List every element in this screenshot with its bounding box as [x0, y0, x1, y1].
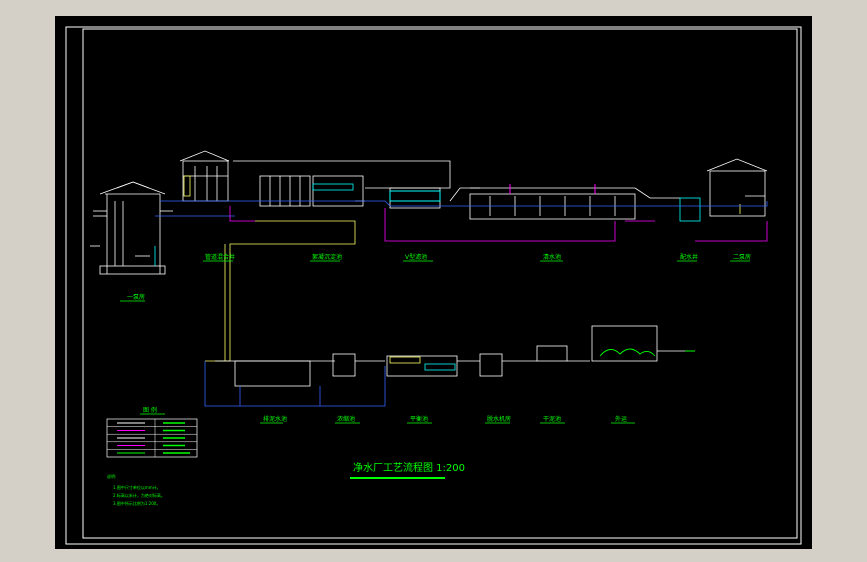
top-process-line: [90, 150, 768, 362]
sedimentation-cyan-tank: [312, 183, 354, 191]
label-sedimentation: 絮凝沉淀池: [312, 253, 342, 261]
notes: 说明: 1.图中尺寸单位以mm计。 2.标高以米计，为绝对标高。 3.图中所示比…: [107, 473, 165, 506]
thickener-yellow: [389, 356, 421, 364]
label-filter: V型滤池: [405, 253, 427, 261]
sludge-tank-1: [234, 360, 311, 387]
process-flow-drawing: 一泵房 管道混合井 絮凝沉淀池 V型滤池 清水池 配水井 二泵房 排泥水池 浓缩…: [65, 26, 802, 545]
sludge-pipe-top: [229, 206, 255, 222]
thickener-cyan: [424, 363, 456, 371]
dewatering-building: [591, 325, 658, 362]
label-b2: 浓缩池: [337, 415, 355, 423]
drawing-border-inner: [82, 28, 798, 539]
notes-line-3: 3.图中所示比例为1:200。: [113, 500, 160, 506]
label-b3: 平衡池: [410, 415, 428, 423]
title-text: 净水厂工艺流程图 1:200: [353, 461, 465, 474]
legend-heading: 图 例: [143, 406, 157, 414]
label-pump2: 二泵房: [733, 253, 751, 261]
label-b6: 外运: [615, 415, 627, 423]
label-clearwell: 清水池: [543, 253, 561, 261]
label-pump1: 一泵房: [127, 293, 145, 301]
bottom-labels: 排泥水池 浓缩池 平衡池 脱水机房 干泥池 外运: [260, 415, 635, 424]
label-distribution: 配水井: [680, 253, 698, 261]
notes-line-1: 1.图中尺寸单位以mm计。: [113, 484, 161, 490]
label-b4: 脱水机房: [487, 415, 511, 423]
water-pipe-main: [160, 200, 768, 207]
drawing-title: 净水厂工艺流程图 1:200: [350, 461, 465, 479]
drain-pipe: [205, 220, 356, 362]
clearwell-structure: [449, 187, 680, 220]
bottom-process-line: [204, 325, 695, 407]
sludge-tank-5: [536, 345, 568, 362]
filter-cyan-bed: [389, 190, 441, 202]
sedimentation-structure: [233, 160, 451, 207]
label-b5: 干泥池: [543, 415, 561, 423]
sludge-pipe-filter: [384, 208, 616, 242]
sludge-pipe-pump2: [695, 221, 768, 242]
notes-heading: 说明:: [107, 473, 116, 479]
label-mixing: 管道混合井: [205, 253, 235, 261]
distribution-well: [679, 197, 701, 222]
pump-house-1-structure: [90, 181, 173, 275]
cad-viewport[interactable]: 一泵房 管道混合井 絮凝沉淀池 V型滤池 清水池 配水井 二泵房 排泥水池 浓缩…: [55, 16, 812, 549]
legend-table: 图 例: [106, 406, 198, 458]
return-pipe: [204, 361, 386, 407]
top-labels: 一泵房 管道混合井 絮凝沉淀池 V型滤池 清水池 配水井 二泵房: [120, 253, 751, 302]
sludge-tank-2: [332, 353, 356, 377]
sludge-tank-4: [479, 353, 503, 377]
label-b1: 排泥水池: [263, 415, 287, 423]
notes-line-2: 2.标高以米计，为绝对标高。: [113, 492, 165, 498]
sludge-tank-3: [386, 355, 458, 377]
mixing-yellow-marker: [183, 175, 191, 197]
dewatering-equipment: [599, 348, 656, 357]
pump-house-2-structure: [706, 158, 768, 217]
